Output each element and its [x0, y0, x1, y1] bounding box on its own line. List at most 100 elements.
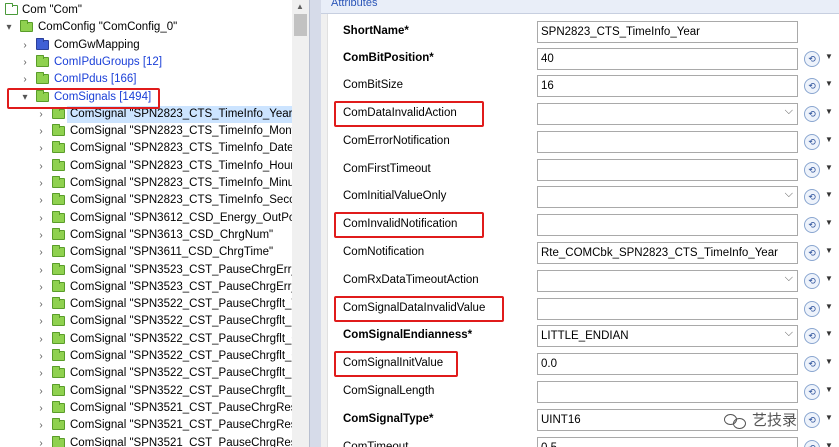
folder-icon: [52, 227, 65, 240]
dropdown-arrow-icon[interactable]: ▼: [825, 329, 833, 338]
attribute-input[interactable]: 0.5: [537, 437, 798, 447]
expand-arrow-icon[interactable]: ›: [34, 331, 48, 348]
dropdown-arrow-icon[interactable]: ▼: [825, 385, 833, 394]
panel-splitter[interactable]: [309, 0, 321, 447]
dropdown-arrow-icon[interactable]: ▼: [825, 79, 833, 88]
reset-icon[interactable]: ⟲: [804, 356, 820, 372]
dropdown-arrow-icon[interactable]: ▼: [825, 413, 833, 422]
attribute-input[interactable]: [537, 298, 798, 320]
attribute-input[interactable]: 40: [537, 48, 798, 70]
expand-arrow-icon[interactable]: ›: [34, 279, 48, 296]
expand-arrow-icon[interactable]: ›: [34, 123, 48, 140]
attribute-input[interactable]: 16: [537, 75, 798, 97]
reset-icon[interactable]: ⟲: [804, 217, 820, 233]
tree-scrollbar[interactable]: ▲: [292, 0, 309, 447]
expand-arrow-icon[interactable]: ›: [18, 54, 32, 71]
folder-icon: [5, 3, 18, 15]
folder-icon: [36, 72, 49, 85]
dropdown-arrow-icon[interactable]: ▼: [825, 107, 833, 116]
folder-icon: [52, 193, 65, 206]
reset-icon[interactable]: ⟲: [804, 412, 820, 428]
reset-icon[interactable]: ⟲: [804, 189, 820, 205]
reset-icon[interactable]: ⟲: [804, 78, 820, 94]
attribute-input[interactable]: 0.0: [537, 353, 798, 375]
attribute-input[interactable]: [537, 214, 798, 236]
scroll-up-icon[interactable]: ▲: [296, 2, 304, 11]
reset-icon[interactable]: ⟲: [804, 106, 820, 122]
tree-item-label: ComSignal "SPN3523_CST_PauseChrgErr_Cu: [70, 280, 309, 293]
expand-arrow-icon[interactable]: ›: [34, 296, 48, 313]
tree-item-label: ComSignal "SPN2823_CTS_TimeInfo_Minute": [70, 177, 308, 189]
tree-item-label: ComSignal "SPN3522_CST_PauseChrgflt_Ten: [70, 298, 309, 311]
expand-arrow-icon[interactable]: ›: [34, 210, 48, 227]
expand-arrow-icon[interactable]: ›: [34, 158, 48, 175]
attribute-input[interactable]: [537, 381, 798, 403]
expand-arrow-icon[interactable]: ›: [34, 244, 48, 261]
expand-arrow-icon[interactable]: ›: [34, 192, 48, 209]
dropdown-arrow-icon[interactable]: ▼: [825, 441, 833, 447]
project-tree[interactable]: Com "Com" ▾ ComConfig "ComConfig_0" › ComGwM…: [0, 0, 309, 447]
attribute-name: ComBitPosition*: [343, 52, 434, 64]
highlight-box: [334, 351, 458, 377]
attribute-name: ComTimeout: [343, 441, 409, 447]
folder-icon: [52, 400, 65, 413]
reset-icon[interactable]: ⟲: [804, 162, 820, 178]
reset-icon[interactable]: ⟲: [804, 245, 820, 261]
expand-arrow-icon[interactable]: ›: [18, 37, 32, 54]
expand-arrow-icon[interactable]: ›: [34, 313, 48, 330]
tree-item-label: ComSignal "SPN3521_CST_PauseChrgRes_Ac: [70, 401, 309, 414]
watermark-text: 艺技录: [752, 412, 798, 429]
attribute-select[interactable]: [537, 270, 798, 292]
folder-icon: [52, 210, 65, 223]
expand-arrow-icon[interactable]: ›: [18, 71, 32, 88]
dropdown-arrow-icon[interactable]: ▼: [825, 357, 833, 366]
folder-icon: [52, 124, 65, 137]
expand-arrow-icon[interactable]: ›: [34, 262, 48, 279]
attribute-name: ComFirstTimeout: [343, 163, 431, 175]
expand-arrow-icon[interactable]: ›: [34, 400, 48, 417]
attribute-name: ComRxDataTimeoutAction: [343, 274, 479, 286]
collapse-arrow-icon[interactable]: ▾: [2, 19, 16, 36]
attribute-row: ComBitSize 16 ⟲ ▼: [321, 72, 839, 100]
expand-arrow-icon[interactable]: ›: [34, 175, 48, 192]
tree-item-label: ComIPduGroups [12]: [54, 55, 163, 68]
expand-arrow-icon[interactable]: ›: [34, 348, 48, 365]
dropdown-arrow-icon[interactable]: ▼: [825, 218, 833, 227]
scrollbar-thumb[interactable]: [294, 14, 307, 36]
expand-arrow-icon[interactable]: ›: [34, 227, 48, 244]
dropdown-arrow-icon[interactable]: ▼: [825, 52, 833, 61]
folder-icon: [52, 245, 65, 258]
reset-icon[interactable]: ⟲: [804, 440, 820, 447]
folder-icon: [52, 418, 65, 431]
dropdown-arrow-icon[interactable]: ▼: [825, 274, 833, 283]
tree-item-label: ComSignal "SPN3522_CST_PauseChrgflt_Qua: [70, 332, 309, 345]
reset-icon[interactable]: ⟲: [804, 384, 820, 400]
dropdown-arrow-icon[interactable]: ▼: [825, 190, 833, 199]
attribute-select[interactable]: LITTLE_ENDIAN: [537, 325, 798, 347]
dropdown-arrow-icon[interactable]: ▼: [825, 135, 833, 144]
expand-arrow-icon[interactable]: ›: [34, 383, 48, 400]
expand-arrow-icon[interactable]: ›: [34, 140, 48, 157]
watermark: 艺技录: [724, 408, 797, 434]
attribute-input[interactable]: [537, 159, 798, 181]
attribute-input[interactable]: [537, 131, 798, 153]
dropdown-arrow-icon[interactable]: ▼: [825, 302, 833, 311]
expand-arrow-icon[interactable]: ›: [34, 365, 48, 382]
reset-icon[interactable]: ⟲: [804, 273, 820, 289]
attribute-select[interactable]: [537, 186, 798, 208]
reset-icon[interactable]: ⟲: [804, 134, 820, 150]
tree-item-label: ComSignal "SPN2823_CTS_TimeInfo_Date": [70, 142, 298, 155]
attribute-input[interactable]: SPN2823_CTS_TimeInfo_Year: [537, 21, 798, 43]
expand-arrow-icon[interactable]: ›: [34, 435, 48, 447]
reset-icon[interactable]: ⟲: [804, 51, 820, 67]
tree-item-label: Com "Com": [22, 4, 82, 16]
attribute-input[interactable]: Rte_COMCbk_SPN2823_CTS_TimeInfo_Year: [537, 242, 798, 264]
dropdown-arrow-icon[interactable]: ▼: [825, 163, 833, 172]
expand-arrow-icon[interactable]: ›: [34, 417, 48, 434]
dropdown-arrow-icon[interactable]: ▼: [825, 246, 833, 255]
attribute-row: ComNotification Rte_COMCbk_SPN2823_CTS_Ti…: [321, 239, 839, 267]
folder-icon: [52, 314, 65, 327]
attribute-select[interactable]: [537, 103, 798, 125]
reset-icon[interactable]: ⟲: [804, 328, 820, 344]
reset-icon[interactable]: ⟲: [804, 301, 820, 317]
